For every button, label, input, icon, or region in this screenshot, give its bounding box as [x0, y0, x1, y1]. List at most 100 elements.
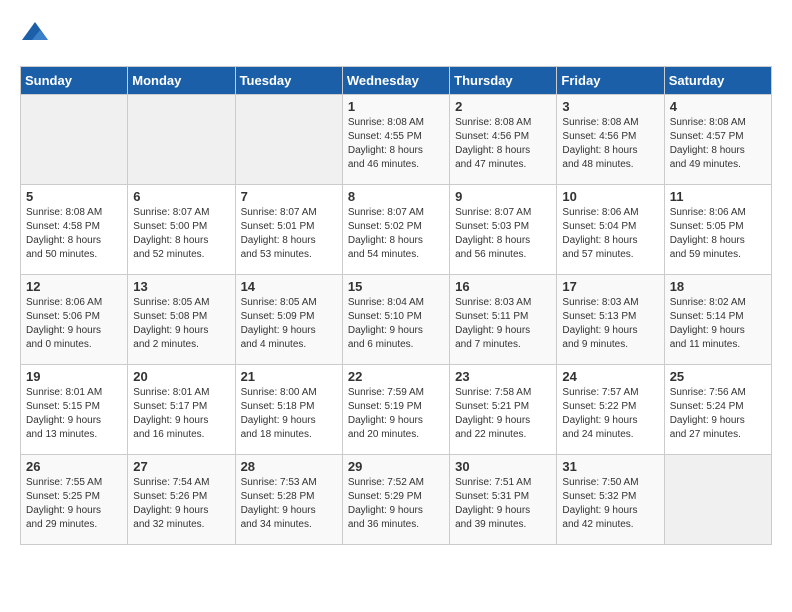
calendar-cell: 19 Sunrise: 8:01 AM Sunset: 5:15 PM Dayli…: [21, 365, 128, 455]
calendar-cell: 24 Sunrise: 7:57 AM Sunset: 5:22 PM Dayli…: [557, 365, 664, 455]
calendar-cell: 27 Sunrise: 7:54 AM Sunset: 5:26 PM Dayli…: [128, 455, 235, 545]
weekday-header-tuesday: Tuesday: [235, 67, 342, 95]
calendar-cell: 20 Sunrise: 8:01 AM Sunset: 5:17 PM Dayli…: [128, 365, 235, 455]
day-info: Sunrise: 8:01 AM Sunset: 5:17 PM Dayligh…: [133, 386, 229, 442]
day-number: 6: [133, 189, 229, 204]
day-info: Sunrise: 7:58 AM Sunset: 5:21 PM Dayligh…: [455, 386, 551, 442]
day-info: Sunrise: 8:02 AM Sunset: 5:14 PM Dayligh…: [670, 296, 766, 352]
day-info: Sunrise: 8:08 AM Sunset: 4:58 PM Dayligh…: [26, 206, 122, 262]
calendar-week-3: 12 Sunrise: 8:06 AM Sunset: 5:06 PM Dayli…: [21, 275, 772, 365]
day-number: 13: [133, 279, 229, 294]
day-number: 29: [348, 459, 444, 474]
calendar-cell: 14 Sunrise: 8:05 AM Sunset: 5:09 PM Dayli…: [235, 275, 342, 365]
calendar-body: 1 Sunrise: 8:08 AM Sunset: 4:55 PM Daylig…: [21, 95, 772, 545]
calendar-cell: 9 Sunrise: 8:07 AM Sunset: 5:03 PM Daylig…: [450, 185, 557, 275]
day-info: Sunrise: 7:52 AM Sunset: 5:29 PM Dayligh…: [348, 476, 444, 532]
day-number: 11: [670, 189, 766, 204]
day-number: 3: [562, 99, 658, 114]
day-info: Sunrise: 7:53 AM Sunset: 5:28 PM Dayligh…: [241, 476, 337, 532]
day-number: 21: [241, 369, 337, 384]
day-info: Sunrise: 8:08 AM Sunset: 4:55 PM Dayligh…: [348, 116, 444, 172]
day-info: Sunrise: 8:04 AM Sunset: 5:10 PM Dayligh…: [348, 296, 444, 352]
day-info: Sunrise: 8:07 AM Sunset: 5:03 PM Dayligh…: [455, 206, 551, 262]
calendar-cell: 18 Sunrise: 8:02 AM Sunset: 5:14 PM Dayli…: [664, 275, 771, 365]
calendar-cell: [21, 95, 128, 185]
weekday-header-thursday: Thursday: [450, 67, 557, 95]
day-info: Sunrise: 7:55 AM Sunset: 5:25 PM Dayligh…: [26, 476, 122, 532]
day-number: 12: [26, 279, 122, 294]
day-info: Sunrise: 8:03 AM Sunset: 5:11 PM Dayligh…: [455, 296, 551, 352]
day-info: Sunrise: 8:06 AM Sunset: 5:05 PM Dayligh…: [670, 206, 766, 262]
day-number: 26: [26, 459, 122, 474]
calendar-cell: 31Sunrise: 7:50 AM Sunset: 5:32 PM Dayli…: [557, 455, 664, 545]
day-number: 9: [455, 189, 551, 204]
calendar-cell: 12 Sunrise: 8:06 AM Sunset: 5:06 PM Dayli…: [21, 275, 128, 365]
day-info: Sunrise: 8:07 AM Sunset: 5:00 PM Dayligh…: [133, 206, 229, 262]
day-number: 2: [455, 99, 551, 114]
weekday-header-monday: Monday: [128, 67, 235, 95]
calendar-cell: [128, 95, 235, 185]
day-info: Sunrise: 8:00 AM Sunset: 5:18 PM Dayligh…: [241, 386, 337, 442]
day-number: 10: [562, 189, 658, 204]
day-info: Sunrise: 8:06 AM Sunset: 5:04 PM Dayligh…: [562, 206, 658, 262]
day-info: Sunrise: 8:07 AM Sunset: 5:02 PM Dayligh…: [348, 206, 444, 262]
day-number: 25: [670, 369, 766, 384]
calendar-cell: 4Sunrise: 8:08 AM Sunset: 4:57 PM Daylig…: [664, 95, 771, 185]
page-header: [20, 20, 772, 50]
calendar-cell: 13 Sunrise: 8:05 AM Sunset: 5:08 PM Dayli…: [128, 275, 235, 365]
weekday-header-wednesday: Wednesday: [342, 67, 449, 95]
day-number: 28: [241, 459, 337, 474]
calendar-cell: 10 Sunrise: 8:06 AM Sunset: 5:04 PM Dayli…: [557, 185, 664, 275]
day-number: 22: [348, 369, 444, 384]
calendar-week-5: 26 Sunrise: 7:55 AM Sunset: 5:25 PM Dayli…: [21, 455, 772, 545]
day-number: 27: [133, 459, 229, 474]
day-info: Sunrise: 7:50 AM Sunset: 5:32 PM Dayligh…: [562, 476, 658, 532]
day-info: Sunrise: 8:06 AM Sunset: 5:06 PM Dayligh…: [26, 296, 122, 352]
weekday-header-friday: Friday: [557, 67, 664, 95]
calendar-cell: 21 Sunrise: 8:00 AM Sunset: 5:18 PM Dayli…: [235, 365, 342, 455]
day-number: 30: [455, 459, 551, 474]
day-info: Sunrise: 8:03 AM Sunset: 5:13 PM Dayligh…: [562, 296, 658, 352]
calendar-cell: 15 Sunrise: 8:04 AM Sunset: 5:10 PM Dayli…: [342, 275, 449, 365]
calendar-cell: 28 Sunrise: 7:53 AM Sunset: 5:28 PM Dayli…: [235, 455, 342, 545]
calendar-cell: 7 Sunrise: 8:07 AM Sunset: 5:01 PM Daylig…: [235, 185, 342, 275]
day-info: Sunrise: 7:54 AM Sunset: 5:26 PM Dayligh…: [133, 476, 229, 532]
calendar-week-2: 5 Sunrise: 8:08 AM Sunset: 4:58 PM Daylig…: [21, 185, 772, 275]
calendar-cell: 29 Sunrise: 7:52 AM Sunset: 5:29 PM Dayli…: [342, 455, 449, 545]
day-number: 18: [670, 279, 766, 294]
day-info: Sunrise: 8:05 AM Sunset: 5:09 PM Dayligh…: [241, 296, 337, 352]
day-number: 17: [562, 279, 658, 294]
calendar-cell: 5 Sunrise: 8:08 AM Sunset: 4:58 PM Daylig…: [21, 185, 128, 275]
day-number: 23: [455, 369, 551, 384]
day-info: Sunrise: 8:05 AM Sunset: 5:08 PM Dayligh…: [133, 296, 229, 352]
day-info: Sunrise: 7:57 AM Sunset: 5:22 PM Dayligh…: [562, 386, 658, 442]
day-number: 24: [562, 369, 658, 384]
calendar-cell: [235, 95, 342, 185]
day-number: 20: [133, 369, 229, 384]
calendar-cell: 1 Sunrise: 8:08 AM Sunset: 4:55 PM Daylig…: [342, 95, 449, 185]
calendar-cell: 16Sunrise: 8:03 AM Sunset: 5:11 PM Dayli…: [450, 275, 557, 365]
calendar-cell: 11 Sunrise: 8:06 AM Sunset: 5:05 PM Dayli…: [664, 185, 771, 275]
calendar-cell: 22 Sunrise: 7:59 AM Sunset: 5:19 PM Dayli…: [342, 365, 449, 455]
day-info: Sunrise: 7:56 AM Sunset: 5:24 PM Dayligh…: [670, 386, 766, 442]
weekday-header-sunday: Sunday: [21, 67, 128, 95]
day-number: 19: [26, 369, 122, 384]
day-info: Sunrise: 8:08 AM Sunset: 4:56 PM Dayligh…: [562, 116, 658, 172]
logo-icon: [20, 20, 50, 50]
calendar-cell: 26 Sunrise: 7:55 AM Sunset: 5:25 PM Dayli…: [21, 455, 128, 545]
calendar-cell: 23 Sunrise: 7:58 AM Sunset: 5:21 PM Dayli…: [450, 365, 557, 455]
day-number: 5: [26, 189, 122, 204]
calendar-header-row: SundayMondayTuesdayWednesdayThursdayFrid…: [21, 67, 772, 95]
day-info: Sunrise: 8:07 AM Sunset: 5:01 PM Dayligh…: [241, 206, 337, 262]
day-number: 1: [348, 99, 444, 114]
day-number: 14: [241, 279, 337, 294]
calendar-cell: 25 Sunrise: 7:56 AM Sunset: 5:24 PM Dayli…: [664, 365, 771, 455]
day-info: Sunrise: 8:01 AM Sunset: 5:15 PM Dayligh…: [26, 386, 122, 442]
day-number: 15: [348, 279, 444, 294]
day-number: 8: [348, 189, 444, 204]
calendar-week-1: 1 Sunrise: 8:08 AM Sunset: 4:55 PM Daylig…: [21, 95, 772, 185]
day-info: Sunrise: 7:59 AM Sunset: 5:19 PM Dayligh…: [348, 386, 444, 442]
weekday-header-saturday: Saturday: [664, 67, 771, 95]
calendar-cell: 6 Sunrise: 8:07 AM Sunset: 5:00 PM Daylig…: [128, 185, 235, 275]
day-number: 7: [241, 189, 337, 204]
